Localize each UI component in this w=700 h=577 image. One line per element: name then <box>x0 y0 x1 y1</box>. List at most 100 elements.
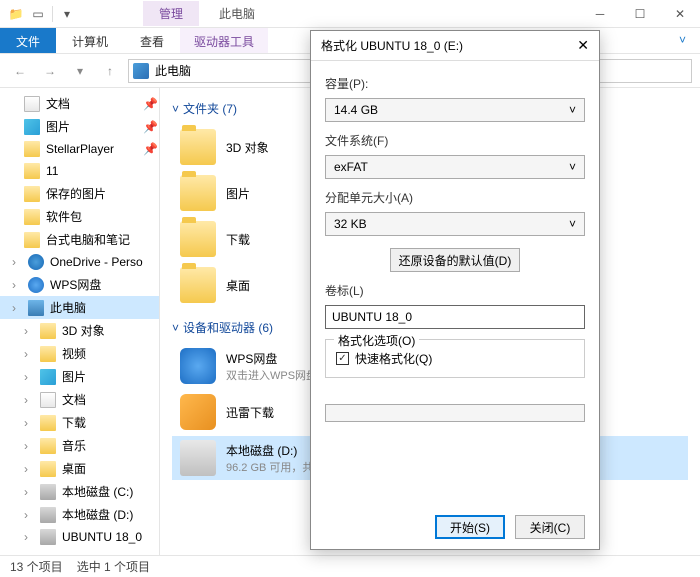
item-label: WPS网盘 <box>226 350 317 367</box>
start-button[interactable]: 开始(S) <box>435 515 505 539</box>
nav-tree[interactable]: 文档 📌 图片 📌 StellarPlayer📌11 保存的图片软件包台式电脑和笔记 › On… <box>0 88 160 555</box>
address-crumb[interactable]: 此电脑 <box>155 62 191 79</box>
chevron-right-icon[interactable]: › <box>12 301 22 315</box>
pc-icon <box>133 63 149 79</box>
group-label: 设备和驱动器 (6) <box>183 319 273 336</box>
dialog-close-button[interactable]: ✕ <box>577 37 589 54</box>
chevron-right-icon[interactable]: › <box>24 416 34 430</box>
tree-item[interactable]: 软件包 <box>0 205 159 228</box>
item-label: 下载 <box>62 414 86 431</box>
tree-item[interactable]: › 下载 <box>0 411 159 434</box>
chevron-right-icon[interactable]: › <box>24 324 34 338</box>
tree-item[interactable]: 台式电脑和笔记 <box>0 228 159 251</box>
tree-item[interactable]: › OneDrive - Perso <box>0 251 159 273</box>
chevron-right-icon[interactable]: › <box>12 278 22 292</box>
chevron-right-icon[interactable]: › <box>24 347 34 361</box>
allocation-select[interactable]: 32 KB ˅ <box>325 212 585 236</box>
properties-icon[interactable]: ▭ <box>30 6 46 22</box>
file-tab[interactable]: 文件 <box>0 28 56 53</box>
chevron-right-icon[interactable]: › <box>24 508 34 522</box>
item-label: 桌面 <box>62 460 86 477</box>
window-title: 此电脑 <box>219 5 255 22</box>
tree-item[interactable]: ›UBUNTU 18_0 <box>0 526 159 548</box>
tree-item[interactable]: › 3D 对象 <box>0 319 159 342</box>
pin-icon: 📌 <box>143 120 153 134</box>
tree-item[interactable]: › 桌面 <box>0 457 159 480</box>
volume-label-label: 卷标(L) <box>325 282 585 299</box>
tree-item[interactable]: StellarPlayer📌 <box>0 138 159 160</box>
view-tab[interactable]: 查看 <box>124 28 180 53</box>
filesystem-label: 文件系统(F) <box>325 132 585 149</box>
manage-tab-header[interactable]: 管理 <box>143 1 199 26</box>
item-label: 3D 对象 <box>62 322 105 339</box>
chevron-right-icon[interactable]: › <box>24 462 34 476</box>
format-options-fieldset: 格式化选项(O) ✓ 快速格式化(Q) <box>325 339 585 378</box>
up-button[interactable]: ↑ <box>98 59 122 83</box>
capacity-value: 14.4 GB <box>334 103 378 117</box>
tree-item[interactable]: ›图片 <box>0 365 159 388</box>
computer-tab[interactable]: 计算机 <box>56 28 124 53</box>
item-label: 保存的图片 <box>46 185 106 202</box>
quick-format-label: 快速格式化(Q) <box>355 350 432 367</box>
tree-item[interactable]: ›WPS网盘 <box>0 273 159 296</box>
dialog-body: 容量(P): 14.4 GB ˅ 文件系统(F) exFAT ˅ 分配单元大小(… <box>311 61 599 505</box>
selection-count: 选中 1 个项目 <box>77 558 150 575</box>
drive-tools-tab[interactable]: 驱动器工具 <box>180 28 268 53</box>
format-options-legend: 格式化选项(O) <box>334 332 419 349</box>
item-label: 视频 <box>62 345 86 362</box>
filesystem-select[interactable]: exFAT ˅ <box>325 155 585 179</box>
item-icon <box>40 323 56 339</box>
item-label: 3D 对象 <box>226 139 269 156</box>
item-label: 文档 <box>46 95 70 112</box>
item-label: OneDrive - Perso <box>50 255 143 269</box>
forward-button[interactable]: → <box>38 59 62 83</box>
tree-item[interactable]: ›音乐 <box>0 434 159 457</box>
item-label: 图片 <box>226 185 250 202</box>
tree-item[interactable]: ›本地磁盘 (D:) <box>0 503 159 526</box>
item-icon <box>40 507 56 523</box>
item-sublabel: 96.2 GB 可用，共 <box>226 459 313 475</box>
back-button[interactable]: ← <box>8 59 32 83</box>
help-dropdown[interactable]: ˅ <box>665 28 700 53</box>
recent-dropdown-icon[interactable]: ▾ <box>68 59 92 83</box>
tree-item[interactable]: ›此电脑 <box>0 296 159 319</box>
dialog-titlebar[interactable]: 格式化 UBUNTU 18_0 (E:) ✕ <box>311 31 599 61</box>
item-icon <box>40 484 56 500</box>
titlebar: 📁 ▭ ▾ 管理 此电脑 ─ ☐ ✕ <box>0 0 700 28</box>
pin-icon: 📌 <box>143 97 153 111</box>
chevron-right-icon[interactable]: › <box>24 370 34 384</box>
item-icon <box>40 392 56 408</box>
chevron-right-icon[interactable]: › <box>24 393 34 407</box>
item-icon <box>24 141 40 157</box>
item-icon <box>28 300 44 316</box>
volume-label-input[interactable]: UBUNTU 18_0 <box>325 305 585 329</box>
restore-defaults-button[interactable]: 还原设备的默认值(D) <box>390 248 520 272</box>
chevron-right-icon[interactable]: › <box>12 255 22 269</box>
group-label: 文件夹 (7) <box>183 100 237 117</box>
chevron-right-icon[interactable]: › <box>24 530 34 544</box>
minimize-button[interactable]: ─ <box>580 0 620 28</box>
chevron-right-icon[interactable]: › <box>24 485 34 499</box>
tree-item[interactable]: › 视频 <box>0 342 159 365</box>
chevron-right-icon[interactable]: › <box>24 439 34 453</box>
item-label: 图片 <box>46 118 70 135</box>
filesystem-value: exFAT <box>334 160 368 174</box>
dialog-footer: 开始(S) 关闭(C) <box>311 505 599 549</box>
quick-format-checkbox[interactable]: ✓ <box>336 352 349 365</box>
tree-item[interactable]: 保存的图片 <box>0 182 159 205</box>
tree-item[interactable]: ›本地磁盘 (C:) <box>0 480 159 503</box>
tree-item[interactable]: 11 <box>0 160 159 182</box>
tree-item[interactable]: 文档 📌 <box>0 92 159 115</box>
item-icon <box>24 96 40 112</box>
qat-dropdown-icon[interactable]: ▾ <box>59 6 75 22</box>
tree-item[interactable]: ›文档 <box>0 388 159 411</box>
capacity-select[interactable]: 14.4 GB ˅ <box>325 98 585 122</box>
tree-item[interactable]: 图片 📌 <box>0 115 159 138</box>
quick-access-toolbar: 📁 ▭ ▾ <box>0 6 83 22</box>
chevron-down-icon: ˅ <box>569 103 576 117</box>
maximize-button[interactable]: ☐ <box>620 0 660 28</box>
close-button[interactable]: ✕ <box>660 0 700 28</box>
quick-format-row[interactable]: ✓ 快速格式化(Q) <box>336 350 574 367</box>
close-button[interactable]: 关闭(C) <box>515 515 585 539</box>
dialog-title: 格式化 UBUNTU 18_0 (E:) <box>321 37 463 54</box>
